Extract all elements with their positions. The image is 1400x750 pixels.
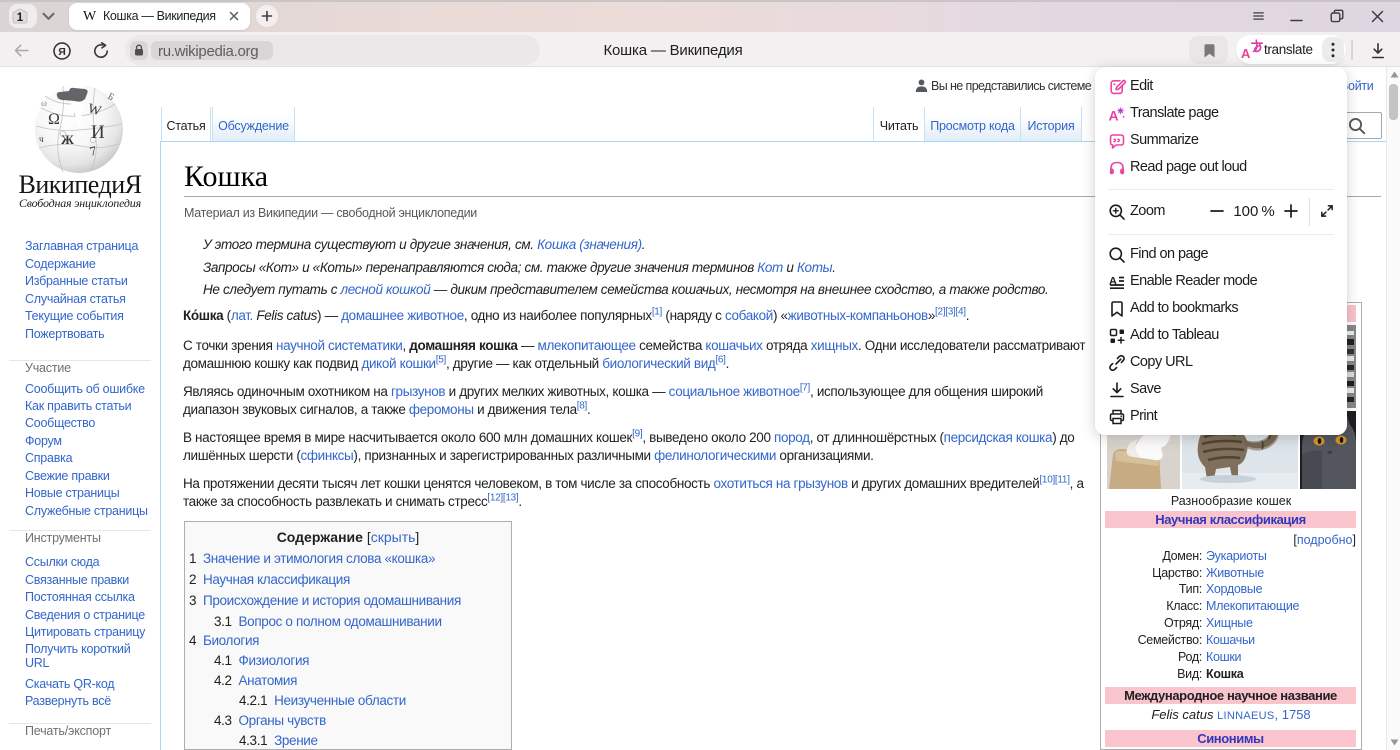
svg-text:A: A	[1109, 108, 1119, 124]
